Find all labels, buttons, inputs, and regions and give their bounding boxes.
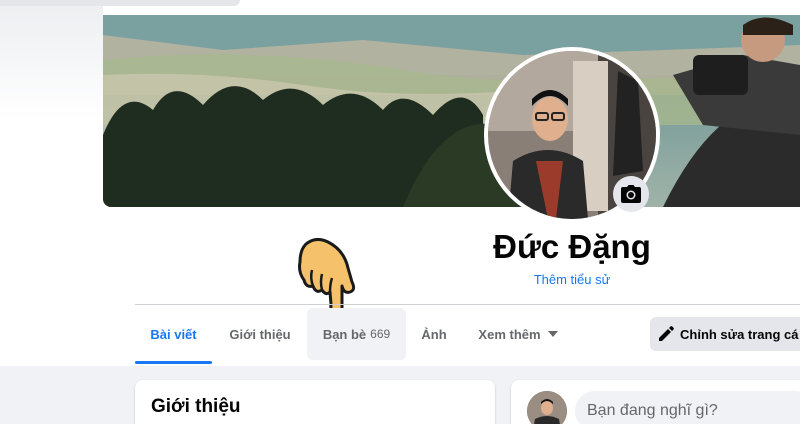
tab-photos[interactable]: Ảnh [410, 308, 458, 360]
post-composer-input[interactable]: Bạn đang nghĩ gì? [575, 391, 800, 424]
friends-count: 669 [370, 327, 391, 341]
tab-about[interactable]: Giới thiệu [216, 308, 304, 360]
avatar[interactable] [527, 391, 567, 424]
tab-about-label: Giới thiệu [229, 326, 291, 342]
tab-friends[interactable]: Bạn bè 669 [307, 308, 406, 360]
top-bar-edge [0, 0, 240, 6]
edit-profile-label: Chỉnh sửa trang cá [680, 326, 799, 342]
tab-more-label: Xem thêm [478, 326, 541, 342]
add-bio-link[interactable]: Thêm tiểu sử [430, 272, 714, 287]
pencil-icon [659, 326, 674, 341]
tab-posts[interactable]: Bài viết [135, 308, 212, 364]
tab-more[interactable]: Xem thêm [464, 308, 572, 360]
update-avatar-button[interactable] [613, 176, 649, 212]
edit-profile-button[interactable]: Chỉnh sửa trang cá [650, 317, 800, 351]
cover-image [103, 15, 800, 207]
tab-friends-label: Bạn bè [322, 326, 367, 342]
intro-card-title: Giới thiệu [151, 396, 241, 417]
post-composer-card: Bạn đang nghĩ gì? [511, 380, 800, 424]
intro-card: Giới thiệu [135, 380, 495, 424]
mini-avatar-image [527, 391, 567, 424]
tab-photos-label: Ảnh [421, 326, 447, 342]
camera-icon [621, 185, 641, 203]
tab-posts-label: Bài viết [150, 326, 197, 342]
header-divider [135, 304, 800, 305]
chevron-down-icon [547, 331, 558, 337]
left-gutter [0, 0, 103, 120]
profile-page: Đức Đặng Thêm tiểu sử Bài viết Giới thiệ… [0, 0, 800, 424]
cover-photo[interactable] [103, 15, 800, 207]
profile-name: Đức Đặng [493, 228, 651, 265]
